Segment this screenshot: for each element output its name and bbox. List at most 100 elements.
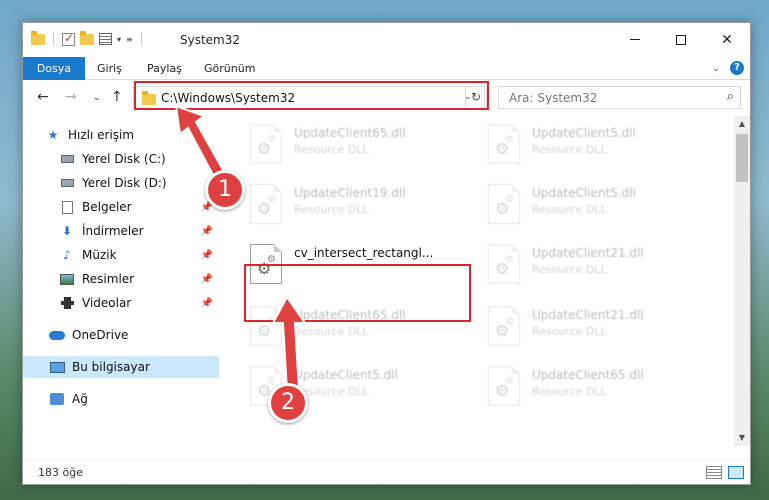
file-type: Resource DLL (532, 325, 607, 338)
file-item[interactable]: ⚙ ⚙ UpdateClient21.dll Resource DLL (484, 300, 719, 358)
this-pc-icon (49, 360, 65, 374)
sidebar-item-label: Yerel Disk (D:) (82, 176, 167, 190)
file-item[interactable]: ⚙ ⚙ UpdateClient65.dll Resource DLL (484, 360, 719, 418)
sidebar-item-network[interactable]: Ağ (23, 388, 219, 410)
file-item[interactable]: ⚙ ⚙ UpdateClient5.dll Resource DLL (484, 118, 719, 176)
details-view-icon[interactable] (706, 466, 722, 479)
drive-icon (59, 152, 75, 166)
quick-access-toolbar: ▾ ≡ (31, 30, 145, 46)
vertical-scrollbar[interactable]: ▲ ▼ (734, 116, 750, 446)
tab-share[interactable]: Paylaş (147, 57, 182, 80)
step-badge-2: 2 (268, 383, 308, 423)
dll-file-icon: ⚙ ⚙ (488, 124, 520, 164)
sidebar-item-this-pc[interactable]: Bu bilgisayar (23, 356, 219, 378)
file-name: UpdateClient19.dll (294, 186, 406, 200)
close-button[interactable]: ✕ (704, 23, 750, 56)
drive-icon (59, 176, 75, 190)
documents-icon (59, 200, 75, 214)
separator (140, 32, 142, 46)
sidebar-item-pictures[interactable]: Resimler 📌 (23, 268, 219, 290)
properties-icon[interactable] (99, 33, 112, 45)
properties-check-icon[interactable] (62, 31, 75, 46)
scroll-up-icon[interactable]: ▲ (734, 116, 750, 132)
expand-ribbon-icon[interactable]: ⌄ (712, 63, 720, 74)
ribbon-tabs: Dosya Giriş Paylaş Görünüm ⌄ ? (23, 57, 750, 80)
tab-file[interactable]: Dosya (23, 57, 85, 80)
file-type: Resource DLL (532, 143, 607, 156)
close-icon: ✕ (721, 31, 733, 48)
file-item[interactable]: ⚙ ⚙ UpdateClient19.dll Resource DLL (246, 178, 481, 236)
file-type: Resource DLL (294, 143, 369, 156)
recent-locations-icon[interactable]: ⌄ (93, 93, 101, 103)
downloads-icon: ⬇ (61, 224, 73, 238)
file-name: UpdateClient65.dll (532, 368, 644, 382)
sidebar-item-videos[interactable]: Videolar 📌 (23, 292, 219, 314)
qat-more-icon[interactable]: ≡ (126, 35, 133, 44)
tab-view[interactable]: Görünüm (204, 57, 255, 80)
help-icon[interactable]: ? (730, 61, 744, 75)
maximize-icon (676, 34, 686, 45)
file-name: UpdateClient21.dll (532, 308, 644, 322)
status-bar: 183 öğe (23, 459, 750, 485)
file-item[interactable]: ⚙ ⚙ UpdateClient5.dll Resource DLL (484, 178, 719, 236)
videos-icon (59, 296, 75, 310)
file-name: cv_intersect_rectangl... (294, 246, 434, 260)
forward-arrow-icon[interactable]: → (65, 89, 77, 105)
scroll-down-icon[interactable]: ▼ (734, 430, 750, 446)
dll-file-icon: ⚙ ⚙ (488, 306, 520, 346)
sidebar-item-label: İndirmeler (82, 224, 144, 238)
new-folder-icon[interactable] (80, 30, 94, 45)
file-type: Resource DLL (532, 263, 607, 276)
sidebar-item-onedrive[interactable]: OneDrive (23, 324, 219, 346)
minimize-icon (630, 39, 640, 40)
item-count: 183 öğe (38, 466, 83, 479)
customize-qat-icon[interactable]: ▾ (117, 35, 121, 44)
up-arrow-icon[interactable]: ↑ (111, 89, 123, 105)
window-title: System32 (180, 33, 241, 47)
tab-home[interactable]: Giriş (97, 57, 122, 80)
window-controls: ✕ (612, 23, 750, 56)
pin-icon[interactable]: 📌 (201, 226, 213, 237)
sidebar-item-label: OneDrive (72, 328, 129, 342)
address-row: ← → ⌄ ↑ C:\Windows\System32 ⌄ ↻ Ara: Sys… (23, 80, 750, 116)
maximize-button[interactable] (658, 23, 704, 56)
file-name: UpdateClient5.dll (532, 186, 636, 200)
sidebar-item-label: Belgeler (82, 200, 132, 214)
step-badge-1: 1 (205, 170, 245, 210)
file-type: Resource DLL (532, 385, 607, 398)
star-icon: ★ (47, 128, 59, 142)
sidebar-item-label: Resimler (82, 272, 135, 286)
dll-file-icon: ⚙ ⚙ (488, 184, 520, 224)
dll-file-icon: ⚙ ⚙ (250, 124, 282, 164)
dll-file-icon: ⚙ ⚙ (250, 184, 282, 224)
search-icon[interactable]: ⌕ (727, 89, 734, 104)
separator (53, 32, 54, 46)
file-item[interactable]: ⚙ ⚙ UpdateClient65.dll Resource DLL (246, 118, 481, 176)
sidebar-item-label: Bu bilgisayar (72, 360, 150, 374)
search-placeholder: Ara: System32 (509, 91, 598, 105)
music-icon: ♪ (63, 248, 71, 262)
sidebar-item-music[interactable]: ♪ Müzik 📌 (23, 244, 219, 266)
tiles-view-icon[interactable] (728, 466, 744, 479)
file-name: UpdateClient65.dll (294, 126, 406, 140)
back-arrow-icon[interactable]: ← (37, 89, 49, 105)
search-input[interactable]: Ara: System32 ⌕ (498, 86, 741, 109)
folder-icon (31, 30, 45, 45)
file-name: UpdateClient21.dll (532, 246, 644, 260)
view-switcher (706, 466, 744, 479)
scroll-thumb[interactable] (736, 134, 748, 182)
minimize-button[interactable] (612, 23, 658, 56)
file-item[interactable]: ⚙ ⚙ UpdateClient21.dll Resource DLL (484, 238, 719, 296)
onedrive-icon (49, 328, 65, 342)
sidebar-item-label: Hızlı erişim (68, 128, 135, 142)
pin-icon[interactable]: 📌 (201, 274, 213, 285)
file-type: Resource DLL (294, 203, 369, 216)
network-icon (49, 392, 65, 406)
sidebar-item-downloads[interactable]: ⬇ İndirmeler 📌 (23, 220, 219, 242)
explorer-window: ▾ ≡ System32 ✕ Dosya Giriş Paylaş Görünü… (22, 22, 751, 485)
sidebar-item-label: Yerel Disk (C:) (82, 152, 166, 166)
pictures-icon (59, 272, 75, 286)
pin-icon[interactable]: 📌 (201, 250, 213, 261)
dll-file-icon: ⚙ ⚙ (488, 244, 520, 284)
pin-icon[interactable]: 📌 (201, 298, 213, 309)
